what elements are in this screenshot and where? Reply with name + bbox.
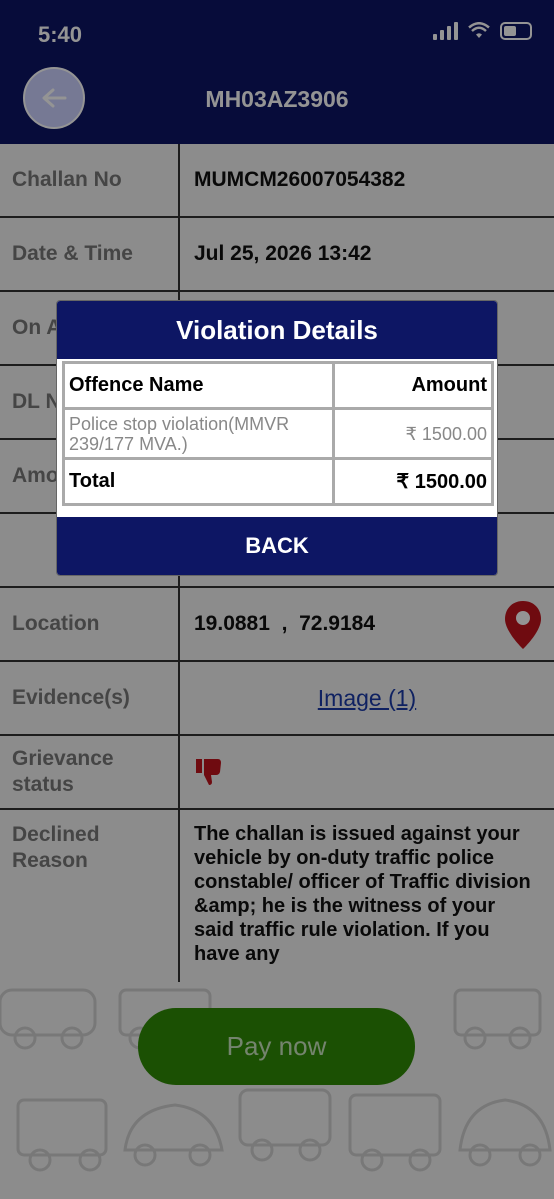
- table-row: Police stop violation(MMVR 239/177 MVA.)…: [62, 407, 494, 460]
- offence-amount-cell: ₹ 1500.00: [332, 407, 494, 460]
- dialog-title: Violation Details: [57, 301, 497, 359]
- offence-name-header: Offence Name: [62, 361, 335, 410]
- offence-name-cell: Police stop violation(MMVR 239/177 MVA.): [62, 407, 335, 460]
- total-label: Total: [62, 457, 335, 506]
- violation-table: Offence Name Amount Police stop violatio…: [62, 361, 494, 506]
- total-amount: ₹ 1500.00: [332, 457, 494, 506]
- total-row: Total ₹ 1500.00: [62, 457, 494, 506]
- violation-details-dialog: Violation Details Offence Name Amount Po…: [56, 300, 498, 576]
- modal-backdrop[interactable]: [0, 0, 554, 1199]
- dialog-back-button[interactable]: BACK: [57, 517, 497, 575]
- amount-header: Amount: [332, 361, 494, 410]
- table-header-row: Offence Name Amount: [62, 361, 494, 410]
